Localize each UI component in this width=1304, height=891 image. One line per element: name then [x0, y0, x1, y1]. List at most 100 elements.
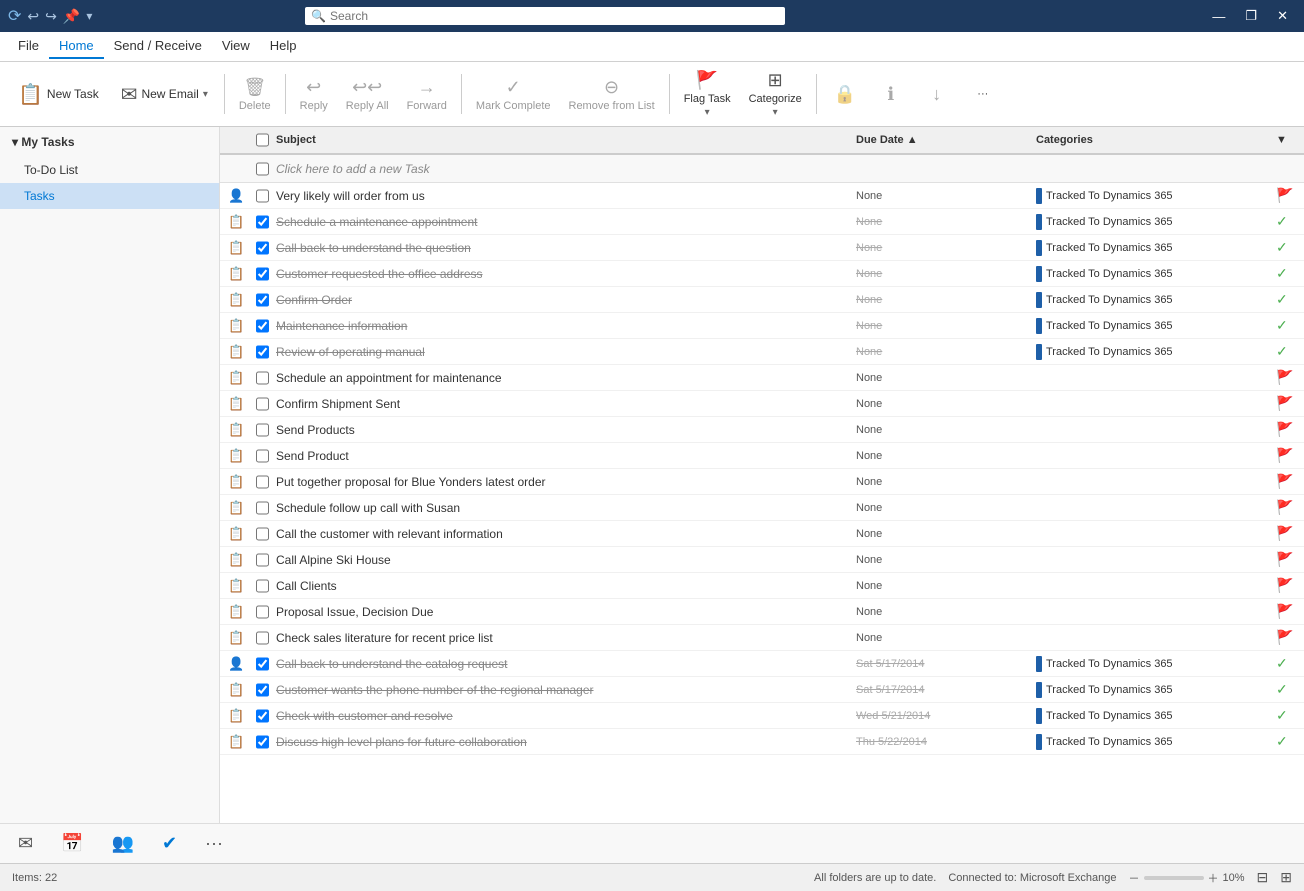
zoom-in-button[interactable]: ＋	[1208, 870, 1219, 886]
flag-task-button[interactable]: 🚩 Flag Task ▾	[676, 66, 739, 122]
table-row[interactable]: 📋Send ProductsNone🚩	[220, 417, 1304, 443]
row-checkbox[interactable]	[256, 709, 269, 723]
select-all-checkbox[interactable]	[256, 133, 269, 147]
table-row[interactable]: 📋Customer wants the phone number of the …	[220, 677, 1304, 703]
new-task-row[interactable]: Click here to add a new Task	[220, 155, 1304, 183]
header-categories[interactable]: Categories	[1032, 134, 1272, 146]
people-nav-button[interactable]: 👥	[102, 827, 144, 860]
row-flag[interactable]: ✓	[1272, 343, 1300, 360]
forward-button[interactable]: → Forward	[399, 73, 455, 116]
row-checkbox[interactable]	[256, 631, 269, 645]
row-checkbox[interactable]	[256, 189, 269, 203]
table-row[interactable]: 📋Schedule a maintenance appointmentNoneT…	[220, 209, 1304, 235]
header-due-date[interactable]: Due Date ▲	[852, 134, 1032, 146]
table-row[interactable]: 📋Call the customer with relevant informa…	[220, 521, 1304, 547]
table-row[interactable]: 📋Schedule follow up call with SusanNone🚩	[220, 495, 1304, 521]
more-nav-button[interactable]: ···	[195, 827, 233, 860]
table-row[interactable]: 📋Confirm Shipment SentNone🚩	[220, 391, 1304, 417]
lock-button[interactable]: 🔒	[823, 80, 867, 109]
mail-nav-button[interactable]: ✉	[8, 827, 43, 860]
info-button[interactable]: ℹ	[869, 80, 913, 109]
row-checkbox[interactable]	[256, 475, 269, 489]
table-row[interactable]: 📋Put together proposal for Blue Yonders …	[220, 469, 1304, 495]
row-checkbox[interactable]	[256, 735, 269, 749]
mark-complete-button[interactable]: ✓ Mark Complete	[468, 73, 559, 116]
undo-btn[interactable]: ↩	[27, 8, 39, 25]
categorize-button[interactable]: ⊞ Categorize ▾	[741, 66, 810, 122]
restore-button[interactable]: ❐	[1237, 4, 1265, 28]
row-checkbox[interactable]	[256, 293, 269, 307]
row-flag[interactable]: 🚩	[1272, 629, 1300, 646]
row-checkbox[interactable]	[256, 345, 269, 359]
more-button[interactable]: ···	[961, 84, 1005, 104]
menu-help[interactable]: Help	[260, 34, 307, 59]
remove-from-list-button[interactable]: ⊖ Remove from List	[561, 73, 663, 116]
reply-all-button[interactable]: ↩↩ Reply All	[338, 73, 397, 116]
row-flag[interactable]: 🚩	[1272, 577, 1300, 594]
table-row[interactable]: 📋Review of operating manualNoneTracked T…	[220, 339, 1304, 365]
menu-file[interactable]: File	[8, 34, 49, 59]
row-flag[interactable]: 🚩	[1272, 603, 1300, 620]
row-flag[interactable]: 🚩	[1272, 473, 1300, 490]
new-task-prompt[interactable]: Click here to add a new Task	[272, 162, 1272, 176]
row-checkbox[interactable]	[256, 553, 269, 567]
layout-btn-2[interactable]: ⊞	[1280, 869, 1292, 886]
reply-button[interactable]: ↩ Reply	[292, 73, 336, 116]
row-flag[interactable]: 🚩	[1272, 551, 1300, 568]
row-flag[interactable]: 🚩	[1272, 369, 1300, 386]
row-checkbox[interactable]	[256, 371, 269, 385]
menu-home[interactable]: Home	[49, 34, 104, 59]
row-flag[interactable]: ✓	[1272, 681, 1300, 698]
row-flag[interactable]: 🚩	[1272, 395, 1300, 412]
row-checkbox[interactable]	[256, 423, 269, 437]
sidebar-my-tasks-header[interactable]: ▾ My Tasks	[0, 127, 219, 157]
table-row[interactable]: 📋Check with customer and resolveWed 5/21…	[220, 703, 1304, 729]
row-checkbox[interactable]	[256, 319, 269, 333]
redo-btn[interactable]: ↪	[45, 8, 57, 25]
table-row[interactable]: 👤Call back to understand the catalog req…	[220, 651, 1304, 677]
sidebar-item-tasks[interactable]: Tasks	[0, 183, 219, 209]
header-checkbox[interactable]	[252, 133, 272, 147]
row-flag[interactable]: ✓	[1272, 213, 1300, 230]
row-checkbox[interactable]	[256, 215, 269, 229]
table-row[interactable]: 👤Very likely will order from usNoneTrack…	[220, 183, 1304, 209]
row-checkbox[interactable]	[256, 501, 269, 515]
table-row[interactable]: 📋Customer requested the office addressNo…	[220, 261, 1304, 287]
layout-btn-1[interactable]: ⊟	[1257, 869, 1269, 886]
down-arrow-button[interactable]: ↓	[915, 80, 959, 109]
table-row[interactable]: 📋Check sales literature for recent price…	[220, 625, 1304, 651]
table-row[interactable]: 📋Send ProductNone🚩	[220, 443, 1304, 469]
table-row[interactable]: 📋Call ClientsNone🚩	[220, 573, 1304, 599]
row-flag[interactable]: ✓	[1272, 291, 1300, 308]
delete-button[interactable]: 🗑 Delete	[231, 73, 279, 116]
row-flag[interactable]: 🚩	[1272, 447, 1300, 464]
table-row[interactable]: 📋Schedule an appointment for maintenance…	[220, 365, 1304, 391]
row-checkbox[interactable]	[256, 449, 269, 463]
menu-view[interactable]: View	[212, 34, 260, 59]
dropdown-btn[interactable]: ▾	[86, 9, 92, 23]
tasks-nav-button[interactable]: ✔	[152, 827, 187, 860]
row-flag[interactable]: ✓	[1272, 265, 1300, 282]
row-checkbox[interactable]	[256, 605, 269, 619]
minimize-button[interactable]: —	[1204, 4, 1233, 28]
menu-send-receive[interactable]: Send / Receive	[104, 34, 212, 59]
row-checkbox[interactable]	[256, 527, 269, 541]
row-flag[interactable]: ✓	[1272, 707, 1300, 724]
row-flag[interactable]: 🚩	[1272, 187, 1300, 204]
header-subject[interactable]: Subject	[272, 134, 852, 146]
table-row[interactable]: 📋Confirm OrderNoneTracked To Dynamics 36…	[220, 287, 1304, 313]
calendar-nav-button[interactable]: 📅	[51, 827, 93, 860]
row-flag[interactable]: ✓	[1272, 733, 1300, 750]
pin-btn[interactable]: 📌	[63, 8, 80, 25]
row-flag[interactable]: ✓	[1272, 317, 1300, 334]
row-flag[interactable]: 🚩	[1272, 421, 1300, 438]
new-task-checkbox[interactable]	[256, 162, 269, 176]
zoom-out-button[interactable]: －	[1129, 870, 1140, 886]
row-flag[interactable]: 🚩	[1272, 525, 1300, 542]
table-row[interactable]: 📋Proposal Issue, Decision DueNone🚩	[220, 599, 1304, 625]
table-row[interactable]: 📋Call back to understand the questionNon…	[220, 235, 1304, 261]
search-input[interactable]	[330, 9, 779, 23]
row-flag[interactable]: ✓	[1272, 239, 1300, 256]
table-row[interactable]: 📋Maintenance informationNoneTracked To D…	[220, 313, 1304, 339]
sidebar-item-todo-list[interactable]: To-Do List	[0, 157, 219, 183]
